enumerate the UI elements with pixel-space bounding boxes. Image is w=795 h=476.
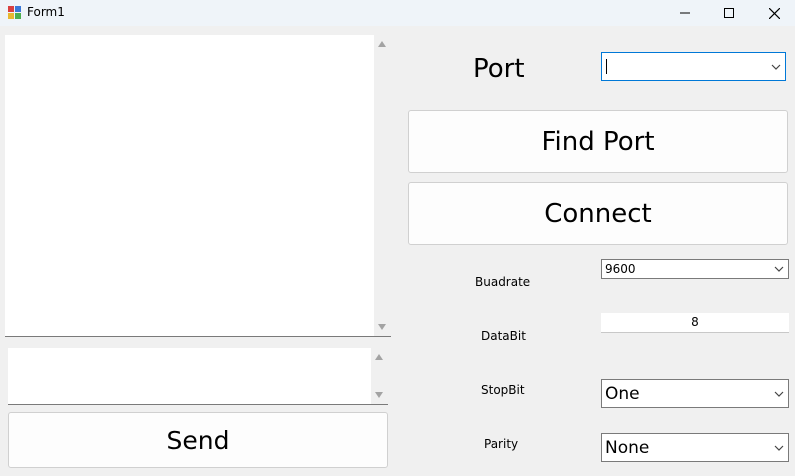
window-title: Form1 xyxy=(27,5,65,19)
port-combobox[interactable] xyxy=(601,52,786,81)
chevron-down-icon xyxy=(771,64,781,70)
stopbit-label: StopBit xyxy=(481,383,525,397)
connect-button[interactable]: Connect xyxy=(408,182,788,245)
app-icon xyxy=(8,6,21,19)
find-port-button-label: Find Port xyxy=(541,126,655,157)
parity-label: Parity xyxy=(484,437,519,451)
chevron-down-icon xyxy=(774,391,784,397)
baudrate-label: Buadrate xyxy=(475,275,531,289)
parity-value: None xyxy=(605,438,650,458)
databit-textbox[interactable]: 8 xyxy=(601,313,789,333)
minimize-button[interactable] xyxy=(662,0,708,26)
connect-button-label: Connect xyxy=(544,198,652,229)
stopbit-value: One xyxy=(605,384,640,404)
received-scrollbar[interactable] xyxy=(374,35,391,336)
send-button[interactable]: Send xyxy=(8,412,388,468)
maximize-button[interactable] xyxy=(706,0,752,26)
close-icon xyxy=(768,7,780,19)
parity-combobox[interactable]: None xyxy=(601,433,789,462)
baudrate-value: 9600 xyxy=(605,262,636,276)
baudrate-combobox[interactable]: 9600 xyxy=(601,259,789,279)
send-textbox[interactable] xyxy=(8,348,388,405)
send-button-label: Send xyxy=(166,425,230,455)
port-label: Port xyxy=(473,54,525,84)
minimize-icon xyxy=(680,12,690,14)
chevron-down-icon xyxy=(774,266,784,272)
text-caret xyxy=(606,59,607,74)
find-port-button[interactable]: Find Port xyxy=(408,110,788,173)
scroll-down-icon[interactable] xyxy=(378,324,386,330)
send-scrollbar[interactable] xyxy=(371,348,388,404)
received-textbox[interactable] xyxy=(5,35,391,337)
close-button[interactable] xyxy=(751,0,795,26)
scroll-down-icon[interactable] xyxy=(375,392,383,398)
maximize-icon xyxy=(724,8,734,18)
chevron-down-icon xyxy=(774,445,784,451)
databit-label: DataBit xyxy=(481,329,526,343)
scroll-up-icon[interactable] xyxy=(375,354,383,360)
title-bar[interactable]: Form1 xyxy=(0,0,795,26)
stopbit-combobox[interactable]: One xyxy=(601,379,789,408)
scroll-up-icon[interactable] xyxy=(378,41,386,47)
